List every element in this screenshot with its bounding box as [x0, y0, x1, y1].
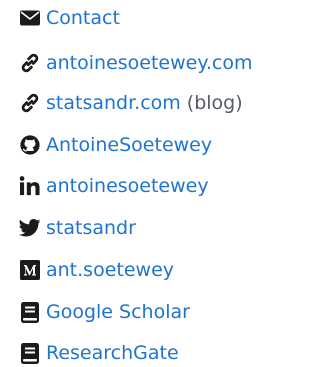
researchgate-link[interactable]: ResearchGate	[46, 339, 179, 367]
website-link-item[interactable]: antoinesoetewey.com	[18, 49, 253, 77]
linkedin-icon	[18, 174, 42, 198]
github-link[interactable]: AntoineSoetewey	[46, 131, 212, 159]
linkedin-link-item[interactable]: antoinesoetewey	[18, 172, 209, 200]
medium-link[interactable]: ant.soetewey	[46, 256, 174, 284]
contact-link-item[interactable]: Contact	[18, 4, 120, 32]
blog-link-item[interactable]: statsandr.com (blog)	[18, 89, 243, 117]
medium-link-item[interactable]: ant.soetewey	[18, 256, 174, 284]
book-icon	[18, 341, 42, 365]
envelope-icon	[18, 6, 42, 30]
link-icon	[18, 51, 42, 75]
link-icon	[18, 91, 42, 115]
website-link[interactable]: antoinesoetewey.com	[46, 49, 253, 77]
contact-link[interactable]: Contact	[46, 4, 120, 32]
book-icon	[18, 300, 42, 324]
google-scholar-link[interactable]: Google Scholar	[46, 298, 190, 326]
github-link-item[interactable]: AntoineSoetewey	[18, 131, 212, 159]
google-scholar-link-item[interactable]: Google Scholar	[18, 298, 190, 326]
github-icon	[18, 133, 42, 157]
twitter-link[interactable]: statsandr	[46, 214, 136, 242]
blog-suffix: (blog)	[186, 92, 243, 114]
medium-icon	[18, 258, 42, 282]
twitter-icon	[18, 216, 42, 240]
twitter-link-item[interactable]: statsandr	[18, 214, 136, 242]
blog-link[interactable]: statsandr.com	[46, 89, 181, 117]
researchgate-link-item[interactable]: ResearchGate	[18, 339, 179, 367]
linkedin-link[interactable]: antoinesoetewey	[46, 172, 209, 200]
